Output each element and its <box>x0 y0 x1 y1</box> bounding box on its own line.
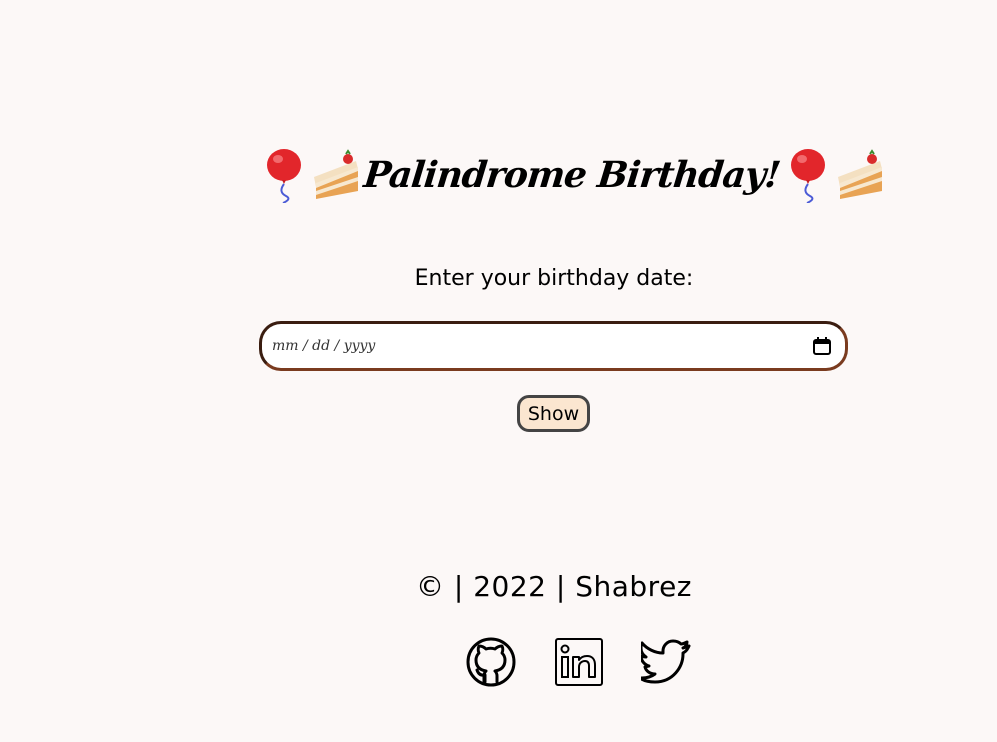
calendar-icon[interactable] <box>811 335 833 357</box>
balloon-icon <box>262 147 310 204</box>
birthday-prompt-label: Enter your birthday date: <box>414 266 694 291</box>
balloon-icon <box>786 147 834 204</box>
cake-icon <box>834 147 882 203</box>
date-placeholder: mm / dd / yyyy <box>272 338 376 354</box>
footer-copyright: © | 2022 | Shabrez <box>416 570 692 603</box>
show-button[interactable]: Show <box>517 395 590 432</box>
cake-icon <box>310 147 358 203</box>
social-links <box>465 636 693 688</box>
page-header: Palindrome Birthday! <box>262 140 882 210</box>
linkedin-icon[interactable] <box>553 636 605 688</box>
twitter-icon[interactable] <box>638 636 693 688</box>
github-icon[interactable] <box>465 636 517 688</box>
birthday-date-input[interactable]: mm / dd / yyyy <box>259 321 848 371</box>
page-title: Palindrome Birthday! <box>361 154 782 196</box>
